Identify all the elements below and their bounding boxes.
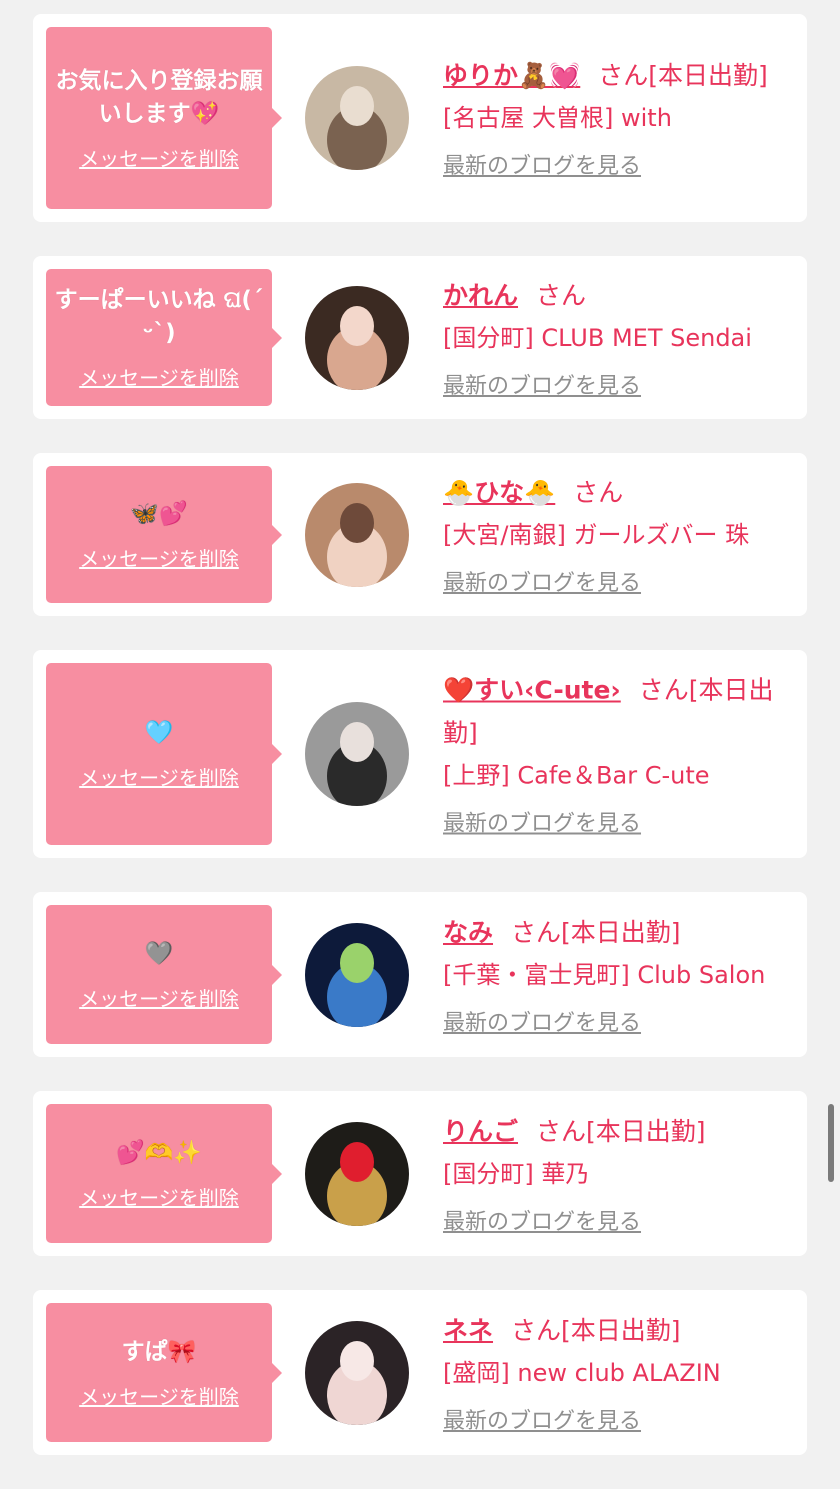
delete-message-link[interactable]: メッセージを削除: [79, 1381, 239, 1410]
name-line: りんご さん[本日出勤]: [443, 1110, 797, 1153]
favorite-card: 🦋💕 メッセージを削除 🐣ひな🐣 さん [大宮/南銀] ガールズバー 珠 最新のブ…: [33, 453, 807, 616]
honorific-status: さん[本日出勤]: [598, 61, 768, 90]
delete-message-link[interactable]: メッセージを削除: [79, 1182, 239, 1211]
avatar-photo: [305, 702, 409, 806]
cast-name-link[interactable]: 🐣ひな🐣: [443, 478, 555, 507]
avatar-photo: [305, 482, 409, 587]
avatar-photo: [305, 66, 409, 170]
message-bubble: すぱ🎀 メッセージを削除: [46, 1303, 282, 1442]
favorite-card: 🩵 メッセージを削除 ❤️すい‹C-ute› さん[本日出勤] [上野] Cafe…: [33, 650, 807, 858]
avatar-photo: [305, 1320, 409, 1425]
honorific-status: さん[本日出勤]: [511, 1315, 681, 1345]
favorite-card: 🩶 メッセージを削除 なみ さん[本日出勤] [千葉・富士見町] Club Sal…: [33, 892, 807, 1057]
delete-message-link[interactable]: メッセージを削除: [79, 143, 239, 172]
cast-info: かれん さん [国分町] CLUB MET Sendai 最新のブログを見る: [443, 274, 797, 402]
name-line: ネネ さん[本日出勤]: [443, 1309, 797, 1352]
avatar[interactable]: [305, 1121, 409, 1226]
avatar-photo: [305, 1121, 409, 1226]
favorites-list: お気に入り登録お願いします💖 メッセージを削除 ゆりか🧸💓 さん[本日出勤] [名…: [33, 14, 807, 1489]
message-text: 🦋💕: [130, 500, 188, 527]
message-text: 🩵: [144, 720, 174, 746]
cast-name-link[interactable]: かれん: [443, 281, 518, 310]
latest-blog-link[interactable]: 最新のブログを見る: [443, 372, 641, 402]
message-text: すぱ🎀: [121, 1338, 197, 1365]
cast-name-link[interactable]: りんご: [443, 1117, 518, 1146]
message-bubble: お気に入り登録お願いします💖 メッセージを削除: [46, 27, 282, 209]
latest-blog-link[interactable]: 最新のブログを見る: [443, 152, 641, 182]
cast-name-link[interactable]: ゆりか🧸💓: [443, 61, 580, 90]
message-text: 💕🫶✨: [116, 1139, 202, 1166]
delete-message-link[interactable]: メッセージを削除: [79, 362, 239, 391]
shop-name: [名古屋 大曽根] with: [443, 104, 672, 132]
avatar[interactable]: [305, 922, 409, 1027]
cast-info: ネネ さん[本日出勤] [盛岡] new club ALAZIN 最新のブログを見…: [443, 1309, 797, 1437]
message-text: 🩶: [144, 940, 174, 967]
name-line: 🐣ひな🐣 さん: [443, 471, 797, 514]
name-line: ゆりか🧸💓 さん[本日出勤]: [443, 54, 797, 97]
message-text: お気に入り登録お願いします💖: [55, 67, 263, 127]
latest-blog-link[interactable]: 最新のブログを見る: [443, 1208, 641, 1238]
favorite-card: 💕🫶✨ メッセージを削除 りんご さん[本日出勤] [国分町] 華乃 最新のブログ…: [33, 1091, 807, 1256]
cast-name-link[interactable]: ネネ: [443, 1316, 493, 1345]
honorific-status: さん[本日出勤]: [511, 917, 681, 947]
honorific-status: さん: [536, 280, 587, 310]
cast-info: なみ さん[本日出勤] [千葉・富士見町] Club Salon 最新のブログを見…: [443, 911, 797, 1039]
cast-info: 🐣ひな🐣 さん [大宮/南銀] ガールズバー 珠 最新のブログを見る: [443, 471, 797, 599]
latest-blog-link[interactable]: 最新のブログを見る: [443, 810, 641, 840]
avatar[interactable]: [305, 1320, 409, 1425]
delete-message-link[interactable]: メッセージを削除: [79, 762, 239, 791]
message-bubble: 🩶 メッセージを削除: [46, 905, 282, 1044]
message-text: すーぱーいいね ଘ(ˊᵕˋ): [54, 287, 264, 346]
avatar-photo: [305, 285, 409, 390]
name-line: なみ さん[本日出勤]: [443, 911, 797, 954]
latest-blog-link[interactable]: 最新のブログを見る: [443, 1009, 641, 1039]
message-bubble: 💕🫶✨ メッセージを削除: [46, 1104, 282, 1243]
shop-name: [大宮/南銀] ガールズバー 珠: [443, 520, 750, 549]
cast-info: りんご さん[本日出勤] [国分町] 華乃 最新のブログを見る: [443, 1110, 797, 1238]
name-line: ❤️すい‹C-ute› さん[本日出勤]: [443, 669, 797, 755]
avatar[interactable]: [305, 285, 409, 390]
honorific-status: さん[本日出勤]: [536, 1116, 706, 1146]
honorific-status: さん: [573, 477, 624, 507]
favorite-card: すーぱーいいね ଘ(ˊᵕˋ) メッセージを削除 かれん さん [国分町] CLUB…: [33, 256, 807, 419]
delete-message-link[interactable]: メッセージを削除: [79, 543, 239, 572]
shop-name: [千葉・富士見町] Club Salon: [443, 960, 766, 989]
message-bubble: 🩵 メッセージを削除: [46, 663, 282, 845]
favorite-card: すぱ🎀 メッセージを削除 ネネ さん[本日出勤] [盛岡] new club AL…: [33, 1290, 807, 1455]
name-line: かれん さん: [443, 274, 797, 317]
favorite-card: お気に入り登録お願いします💖 メッセージを削除 ゆりか🧸💓 さん[本日出勤] [名…: [33, 14, 807, 222]
shop-name: [上野] Cafe＆Bar C-ute: [443, 761, 710, 790]
cast-info: ゆりか🧸💓 さん[本日出勤] [名古屋 大曽根] with 最新のブログを見る: [443, 54, 797, 182]
shop-name: [国分町] 華乃: [443, 1159, 590, 1188]
cast-name-link[interactable]: なみ: [443, 918, 493, 947]
cast-info: ❤️すい‹C-ute› さん[本日出勤] [上野] Cafe＆Bar C-ute …: [443, 669, 797, 840]
latest-blog-link[interactable]: 最新のブログを見る: [443, 1407, 641, 1437]
message-bubble: すーぱーいいね ଘ(ˊᵕˋ) メッセージを削除: [46, 269, 282, 406]
cast-name-link[interactable]: ❤️すい‹C-ute›: [443, 676, 621, 705]
shop-name: [国分町] CLUB MET Sendai: [443, 323, 752, 352]
shop-name: [盛岡] new club ALAZIN: [443, 1358, 721, 1387]
message-bubble: 🦋💕 メッセージを削除: [46, 466, 282, 603]
avatar[interactable]: [305, 482, 409, 587]
scrollbar[interactable]: [828, 1104, 834, 1182]
delete-message-link[interactable]: メッセージを削除: [79, 983, 239, 1012]
avatar[interactable]: [305, 66, 409, 170]
avatar[interactable]: [305, 702, 409, 806]
latest-blog-link[interactable]: 最新のブログを見る: [443, 569, 641, 599]
avatar-photo: [305, 922, 409, 1027]
